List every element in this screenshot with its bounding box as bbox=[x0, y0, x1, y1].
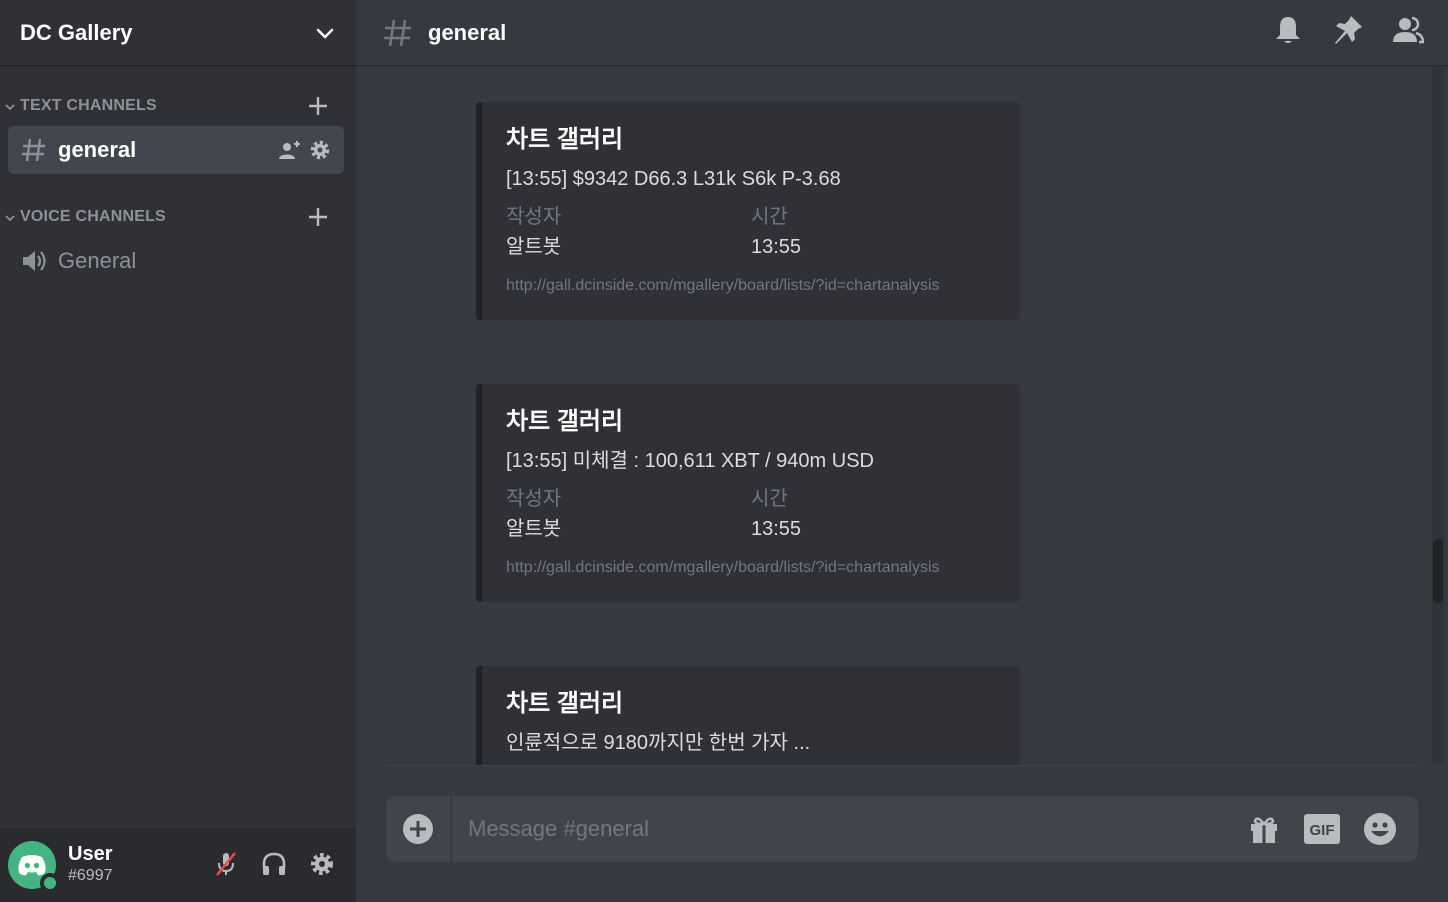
embed-title: 차트 갤러리 bbox=[506, 690, 624, 717]
chevron-down-icon[interactable] bbox=[314, 22, 336, 44]
emoji-icon[interactable] bbox=[1362, 811, 1398, 847]
category-label: VOICE CHANNELS bbox=[20, 208, 166, 225]
message-embed: 차트 갤러리 [13:55] 미체결 : 100,611 XBT / 940m … bbox=[476, 384, 1020, 602]
chevron-down-icon bbox=[4, 211, 16, 223]
user-panel: User #6997 bbox=[0, 828, 356, 902]
message-list[interactable]: 차트 갤러리 [13:55] $9342 D66.3 L31k S6k P-3.… bbox=[356, 67, 1448, 765]
message-composer: GIF bbox=[386, 796, 1418, 862]
chevron-down-icon bbox=[4, 100, 16, 112]
channel-name: General bbox=[58, 248, 137, 273]
gif-icon[interactable]: GIF bbox=[1304, 811, 1340, 847]
members-icon[interactable] bbox=[1392, 14, 1425, 46]
hash-icon bbox=[20, 136, 48, 164]
channel-item-general[interactable]: general bbox=[8, 126, 344, 174]
user-name: User bbox=[68, 843, 113, 865]
speaker-icon bbox=[20, 247, 48, 275]
bell-icon[interactable] bbox=[1272, 14, 1304, 46]
embed-field-value: 13:55 bbox=[751, 518, 802, 540]
status-online-indicator bbox=[40, 873, 60, 893]
embed-field-name: 작성자 bbox=[506, 206, 562, 228]
channel-item-voice-general[interactable]: General bbox=[8, 237, 344, 285]
add-attachment-button[interactable] bbox=[386, 796, 452, 862]
channel-header: general bbox=[356, 0, 1448, 66]
pin-icon[interactable] bbox=[1332, 14, 1364, 46]
embed-description: 인륜적으로 9180까지만 한번 가자 ... bbox=[506, 732, 811, 754]
svg-text:GIF: GIF bbox=[1310, 822, 1335, 839]
category-label: TEXT CHANNELS bbox=[20, 97, 157, 114]
embed-field-name: 시간 bbox=[751, 206, 788, 228]
embed-description: [13:55] $9342 D66.3 L31k S6k P-3.68 bbox=[506, 168, 841, 190]
embed-footer-link[interactable]: http://gall.dcinside.com/mgallery/board/… bbox=[506, 558, 996, 578]
embed-field-value: 13:55 bbox=[751, 236, 802, 258]
add-channel-icon[interactable] bbox=[306, 94, 330, 118]
category-voice-channels[interactable]: VOICE CHANNELS bbox=[0, 205, 356, 229]
message-input[interactable] bbox=[452, 796, 1246, 862]
gear-icon[interactable] bbox=[308, 138, 332, 162]
embed-footer-link[interactable]: http://gall.dcinside.com/mgallery/board/… bbox=[506, 276, 996, 296]
embed-field-value: 알트봇 bbox=[506, 236, 562, 258]
gift-icon[interactable] bbox=[1246, 811, 1282, 847]
channel-name: general bbox=[58, 137, 137, 162]
gear-icon[interactable] bbox=[308, 850, 336, 878]
channel-sidebar: DC Gallery TEXT CHANNELS general VOICE C… bbox=[0, 0, 356, 902]
message-embed: 차트 갤러리 [13:55] $9342 D66.3 L31k S6k P-3.… bbox=[476, 102, 1020, 320]
add-channel-icon[interactable] bbox=[306, 205, 330, 229]
hash-icon bbox=[382, 17, 414, 49]
embed-field-value: 알트봇 bbox=[506, 518, 562, 540]
embed-title: 차트 갤러리 bbox=[506, 126, 624, 153]
mic-muted-icon[interactable] bbox=[212, 850, 240, 878]
scrollbar[interactable] bbox=[1432, 67, 1444, 765]
scrollbar-thumb[interactable] bbox=[1433, 539, 1443, 603]
server-header[interactable]: DC Gallery bbox=[0, 0, 356, 66]
invite-icon[interactable] bbox=[278, 138, 302, 162]
headphones-icon[interactable] bbox=[260, 850, 288, 878]
avatar[interactable] bbox=[8, 841, 60, 893]
category-text-channels[interactable]: TEXT CHANNELS bbox=[0, 94, 356, 118]
server-name: DC Gallery bbox=[20, 19, 133, 45]
embed-title: 차트 갤러리 bbox=[506, 408, 624, 435]
divider bbox=[386, 765, 1418, 766]
user-tag: #6997 bbox=[68, 867, 113, 884]
add-icon bbox=[403, 814, 433, 844]
channel-title: general bbox=[428, 19, 507, 45]
embed-field-name: 시간 bbox=[751, 488, 788, 510]
embed-description: [13:55] 미체결 : 100,611 XBT / 940m USD bbox=[506, 450, 874, 472]
embed-field-name: 작성자 bbox=[506, 488, 562, 510]
chat-area: general 차트 갤러리 [13:55] $9342 D66.3 L31k … bbox=[356, 0, 1448, 902]
message-embed: 차트 갤러리 인륜적으로 9180까지만 한번 가자 ... bbox=[476, 666, 1020, 765]
